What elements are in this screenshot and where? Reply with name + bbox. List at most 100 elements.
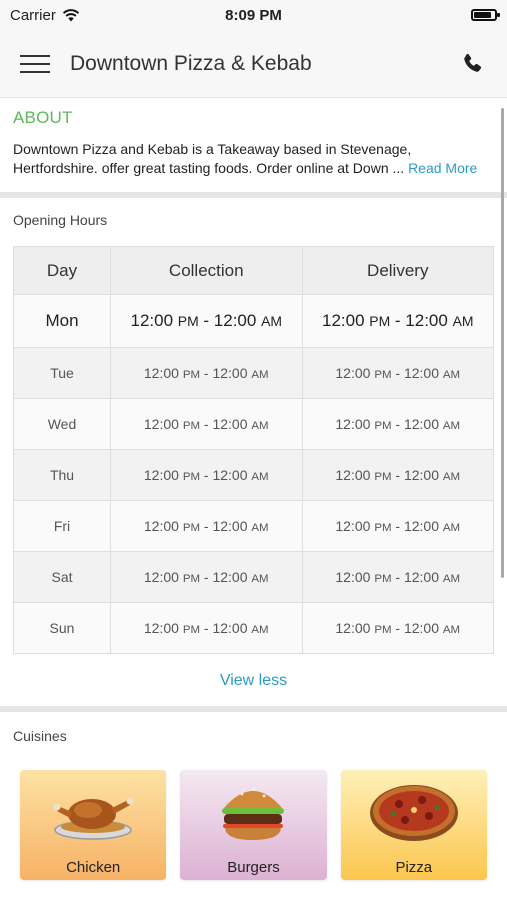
phone-icon[interactable] bbox=[457, 49, 487, 79]
hamburger-menu-icon[interactable] bbox=[20, 54, 50, 73]
open-ampm: PM bbox=[374, 471, 392, 483]
open-time: 12:00 bbox=[335, 569, 371, 585]
delivery-hours-cell: 12:00 PM - 12:00 AM bbox=[301, 551, 494, 603]
open-ampm: PM bbox=[374, 420, 392, 432]
close-time: 12:00 bbox=[403, 569, 440, 585]
collection-hours-cell: 12:00 PM - 12:00 AM bbox=[110, 347, 303, 399]
close-time: 12:00 bbox=[212, 416, 248, 432]
open-time: 12:00 bbox=[335, 416, 371, 432]
open-time: 12:00 bbox=[322, 311, 365, 330]
collection-hours-cell: 12:00 PM - 12:00 AM bbox=[110, 551, 303, 603]
burger-icon bbox=[222, 787, 285, 840]
open-ampm: PM bbox=[369, 313, 391, 329]
close-ampm: AM bbox=[442, 420, 461, 432]
close-time: 12:00 bbox=[403, 416, 440, 432]
day-label: Sun bbox=[49, 620, 75, 636]
close-time: 12:00 bbox=[405, 311, 448, 330]
battery-level bbox=[474, 12, 491, 18]
pizza-icon bbox=[369, 785, 458, 841]
opening-hours-table: Day Collection Delivery Mon 12:00 PM - 12… bbox=[13, 246, 494, 654]
close-ampm: AM bbox=[251, 369, 269, 381]
table-row: Fri 12:00 PM - 12:00 AM 12:00 PM - 12:00 A… bbox=[13, 500, 494, 552]
read-more-link[interactable]: Read More bbox=[408, 160, 477, 176]
day-cell: Fri bbox=[13, 500, 111, 552]
day-cell: Sun bbox=[13, 602, 111, 654]
close-time: 12:00 bbox=[212, 365, 248, 381]
day-cell: Thu bbox=[13, 449, 111, 501]
close-ampm: AM bbox=[251, 420, 269, 432]
column-header-delivery: Delivery bbox=[301, 246, 494, 295]
open-time: 12:00 bbox=[143, 416, 179, 432]
table-row: Sun 12:00 PM - 12:00 AM 12:00 PM - 12:00 A… bbox=[13, 602, 494, 654]
table-header-row: Day Collection Delivery bbox=[13, 246, 494, 295]
close-time: 12:00 bbox=[212, 467, 248, 483]
open-time: 12:00 bbox=[335, 518, 371, 534]
column-header-day: Day bbox=[13, 246, 111, 295]
close-ampm: AM bbox=[442, 624, 461, 636]
close-time: 12:00 bbox=[212, 620, 248, 636]
collection-hours-cell: 12:00 PM - 12:00 AM bbox=[110, 398, 303, 450]
delivery-hours-cell: 12:00 PM - 12:00 AM bbox=[301, 294, 494, 348]
close-ampm: AM bbox=[251, 471, 269, 483]
close-ampm: AM bbox=[251, 522, 269, 534]
table-row: Sat 12:00 PM - 12:00 AM 12:00 PM - 12:00 A… bbox=[13, 551, 494, 603]
cuisine-card-pizza[interactable]: Pizza bbox=[340, 770, 487, 880]
table-row: Wed 12:00 PM - 12:00 AM 12:00 PM - 12:00 A… bbox=[13, 398, 494, 450]
open-time: 12:00 bbox=[335, 365, 371, 381]
close-ampm: AM bbox=[442, 471, 461, 483]
day-label: Tue bbox=[50, 365, 74, 381]
cuisine-label: Pizza bbox=[395, 859, 433, 876]
close-ampm: AM bbox=[251, 573, 269, 585]
table-row: Thu 12:00 PM - 12:00 AM 12:00 PM - 12:00 A… bbox=[13, 449, 494, 501]
carrier-indicator: Carrier bbox=[10, 7, 80, 24]
open-ampm: PM bbox=[374, 573, 392, 585]
close-ampm: AM bbox=[452, 313, 474, 329]
day-label: Mon bbox=[45, 311, 79, 330]
status-bar: Carrier 8:09 PM bbox=[0, 0, 507, 30]
cuisine-card-chicken[interactable]: Chicken bbox=[20, 770, 167, 880]
open-ampm: PM bbox=[182, 420, 201, 432]
carrier-label: Carrier bbox=[10, 6, 56, 24]
table-row: Tue 12:00 PM - 12:00 AM 12:00 PM - 12:00 A… bbox=[13, 347, 494, 399]
collection-hours-cell: 12:00 PM - 12:00 AM bbox=[110, 449, 303, 501]
collection-hours-cell: 12:00 PM - 12:00 AM bbox=[110, 602, 303, 654]
delivery-hours-cell: 12:00 PM - 12:00 AM bbox=[301, 500, 494, 552]
cuisine-card-burgers[interactable]: Burgers bbox=[180, 770, 327, 880]
opening-hours-section: Opening Hours Day Collection Delivery Mo… bbox=[0, 198, 507, 706]
day-label: Fri bbox=[53, 518, 71, 534]
close-time: 12:00 bbox=[403, 518, 440, 534]
cuisines-heading: Cuisines bbox=[13, 728, 67, 744]
open-ampm: PM bbox=[182, 471, 201, 483]
table-row: Mon 12:00 PM - 12:00 AM 12:00 PM - 12:00 A… bbox=[13, 294, 494, 348]
open-time: 12:00 bbox=[143, 569, 179, 585]
delivery-hours-cell: 12:00 PM - 12:00 AM bbox=[301, 347, 494, 399]
roast-chicken-icon bbox=[53, 797, 134, 840]
view-less-button[interactable]: View less bbox=[13, 672, 494, 690]
open-ampm: PM bbox=[182, 573, 201, 585]
collection-hours-cell: 12:00 PM - 12:00 AM bbox=[110, 500, 303, 552]
about-text: Downtown Pizza and Kebab is a Takeaway b… bbox=[13, 141, 412, 176]
close-ampm: AM bbox=[442, 573, 461, 585]
day-label: Wed bbox=[47, 416, 77, 432]
cuisine-label: Burgers bbox=[227, 859, 280, 876]
open-time: 12:00 bbox=[143, 467, 179, 483]
close-time: 12:00 bbox=[212, 518, 248, 534]
opening-hours-heading: Opening Hours bbox=[13, 212, 108, 228]
day-label: Thu bbox=[49, 467, 75, 483]
delivery-hours-cell: 12:00 PM - 12:00 AM bbox=[301, 602, 494, 654]
open-time: 12:00 bbox=[335, 467, 371, 483]
close-ampm: AM bbox=[261, 313, 282, 329]
close-ampm: AM bbox=[251, 624, 269, 636]
open-ampm: PM bbox=[374, 624, 392, 636]
top-navigation-bar: Downtown Pizza & Kebab bbox=[0, 30, 507, 98]
collection-hours-cell: 12:00 PM - 12:00 AM bbox=[110, 294, 303, 348]
open-ampm: PM bbox=[374, 369, 392, 381]
cuisine-card-list: Chicken Burgers Pizza bbox=[13, 770, 494, 880]
scrollbar[interactable] bbox=[501, 108, 504, 578]
open-ampm: PM bbox=[182, 369, 201, 381]
open-time: 12:00 bbox=[143, 365, 179, 381]
column-header-collection: Collection bbox=[110, 246, 303, 295]
cuisine-label: Chicken bbox=[66, 859, 121, 876]
open-ampm: PM bbox=[177, 313, 199, 329]
day-cell: Wed bbox=[13, 398, 111, 450]
